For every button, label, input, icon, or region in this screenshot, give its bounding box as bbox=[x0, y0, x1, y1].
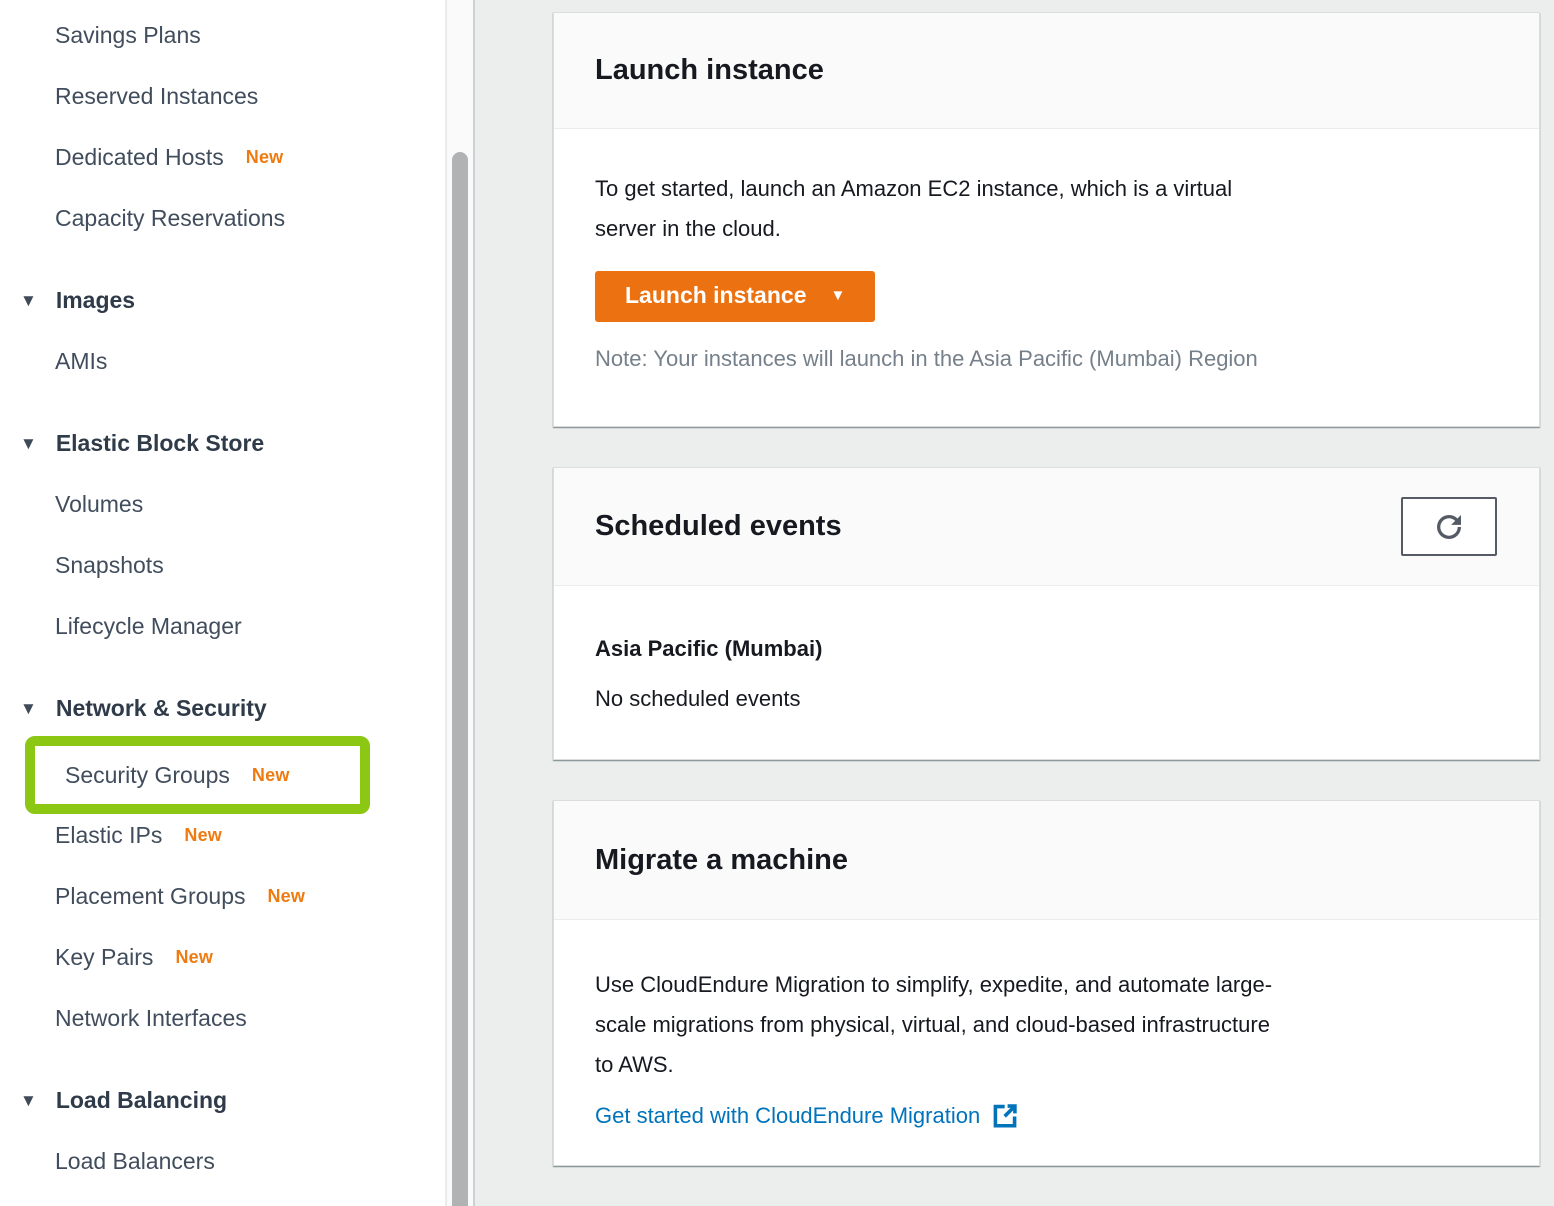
cloudendure-link-label: Get started with CloudEndure Migration bbox=[595, 1103, 980, 1129]
sidebar-item-savings-plans[interactable]: Savings Plans bbox=[0, 5, 445, 66]
launch-instance-button[interactable]: Launch instance ▼ bbox=[595, 271, 875, 322]
sidebar-section-label: Elastic Block Store bbox=[56, 430, 264, 457]
sidebar-item-dedicated-hosts[interactable]: Dedicated Hosts New bbox=[0, 127, 445, 188]
sidebar-item-label: Reserved Instances bbox=[55, 83, 258, 110]
sidebar-item-key-pairs[interactable]: Key Pairs New bbox=[0, 927, 445, 988]
sidebar-item-elastic-ips[interactable]: Elastic IPs New bbox=[0, 805, 445, 866]
migrate-description: Use CloudEndure Migration to simplify, e… bbox=[595, 965, 1499, 1085]
sidebar-item-load-balancers[interactable]: Load Balancers bbox=[0, 1131, 445, 1192]
migrate-machine-card-header: Migrate a machine bbox=[554, 801, 1539, 920]
new-badge: New bbox=[246, 147, 284, 168]
chevron-down-icon: ▼ bbox=[20, 1092, 37, 1109]
sidebar-item-placement-groups[interactable]: Placement Groups New bbox=[0, 866, 445, 927]
refresh-icon bbox=[1431, 509, 1467, 545]
sidebar-item-label: Placement Groups bbox=[55, 883, 245, 910]
sidebar-section-network-security[interactable]: ▼ Network & Security bbox=[0, 678, 445, 739]
sidebar-section-elastic-block-store[interactable]: ▼ Elastic Block Store bbox=[0, 413, 445, 474]
ec2-dashboard-main: Launch instance To get started, launch a… bbox=[475, 0, 1554, 1206]
sidebar-item-label: Capacity Reservations bbox=[55, 205, 285, 232]
launch-region-note: Note: Your instances will launch in the … bbox=[595, 346, 1499, 372]
scheduled-events-card: Scheduled events Asia Pacific (Mumbai) N… bbox=[553, 467, 1540, 760]
new-badge: New bbox=[267, 886, 305, 907]
cloudendure-link[interactable]: Get started with CloudEndure Migration bbox=[595, 1103, 1018, 1129]
sidebar-item-label: Key Pairs bbox=[55, 944, 153, 971]
sidebar-section-label: Images bbox=[56, 287, 135, 314]
ec2-sidebar: Savings Plans Reserved Instances Dedicat… bbox=[0, 0, 446, 1206]
sidebar-item-label: Elastic IPs bbox=[55, 822, 162, 849]
chevron-down-icon: ▼ bbox=[20, 700, 37, 717]
sidebar-item-reserved-instances[interactable]: Reserved Instances bbox=[0, 66, 445, 127]
sidebar-scrollbar bbox=[446, 0, 475, 1206]
sidebar-item-lifecycle-manager[interactable]: Lifecycle Manager bbox=[0, 596, 445, 657]
migrate-machine-card-body: Use CloudEndure Migration to simplify, e… bbox=[554, 920, 1539, 1165]
launch-instance-card-header: Launch instance bbox=[554, 13, 1539, 129]
sidebar-section-label: Network & Security bbox=[56, 695, 267, 722]
scheduled-events-card-body: Asia Pacific (Mumbai) No scheduled event… bbox=[554, 586, 1539, 759]
sidebar-scrollbar-thumb[interactable] bbox=[452, 152, 468, 1206]
sidebar-section-load-balancing[interactable]: ▼ Load Balancing bbox=[0, 1070, 445, 1131]
caret-down-icon: ▼ bbox=[830, 288, 845, 303]
launch-instance-card-body: To get started, launch an Amazon EC2 ins… bbox=[554, 129, 1539, 426]
sidebar-item-label: Security Groups bbox=[65, 762, 230, 789]
sidebar-item-snapshots[interactable]: Snapshots bbox=[0, 535, 445, 596]
sidebar-item-label: Network Interfaces bbox=[55, 1005, 247, 1032]
sidebar-item-volumes[interactable]: Volumes bbox=[0, 474, 445, 535]
sidebar-section-images[interactable]: ▼ Images bbox=[0, 270, 445, 331]
scheduled-events-card-header: Scheduled events bbox=[554, 468, 1539, 586]
sidebar-item-label: AMIs bbox=[55, 348, 107, 375]
sidebar-item-label: Savings Plans bbox=[55, 22, 201, 49]
launch-instance-description: To get started, launch an Amazon EC2 ins… bbox=[595, 169, 1499, 249]
sidebar-section-label: Load Balancing bbox=[56, 1087, 227, 1114]
sidebar-item-capacity-reservations[interactable]: Capacity Reservations bbox=[0, 188, 445, 249]
sidebar-item-network-interfaces[interactable]: Network Interfaces bbox=[0, 988, 445, 1049]
chevron-down-icon: ▼ bbox=[20, 292, 37, 309]
card-title: Scheduled events bbox=[595, 510, 842, 543]
sidebar-item-amis[interactable]: AMIs bbox=[0, 331, 445, 392]
new-badge: New bbox=[175, 947, 213, 968]
migrate-machine-card: Migrate a machine Use CloudEndure Migrat… bbox=[553, 800, 1540, 1166]
sidebar-item-label: Volumes bbox=[55, 491, 143, 518]
sidebar-item-label: Dedicated Hosts bbox=[55, 144, 224, 171]
highlight-box: Security Groups New bbox=[25, 736, 370, 814]
new-badge: New bbox=[252, 765, 290, 786]
chevron-down-icon: ▼ bbox=[20, 435, 37, 452]
sidebar-item-label: Snapshots bbox=[55, 552, 164, 579]
new-badge: New bbox=[184, 825, 222, 846]
sidebar-item-label: Lifecycle Manager bbox=[55, 613, 242, 640]
launch-instance-button-label: Launch instance bbox=[625, 282, 806, 309]
region-name: Asia Pacific (Mumbai) bbox=[595, 636, 1499, 662]
card-title: Migrate a machine bbox=[595, 844, 848, 877]
card-title: Launch instance bbox=[595, 54, 824, 87]
refresh-button[interactable] bbox=[1401, 497, 1497, 556]
external-link-icon bbox=[980, 1103, 1018, 1129]
launch-instance-card: Launch instance To get started, launch a… bbox=[553, 12, 1540, 427]
sidebar-item-label: Load Balancers bbox=[55, 1148, 215, 1175]
sidebar-item-security-groups[interactable]: Security Groups New bbox=[35, 746, 360, 804]
scheduled-events-status: No scheduled events bbox=[595, 686, 1499, 712]
